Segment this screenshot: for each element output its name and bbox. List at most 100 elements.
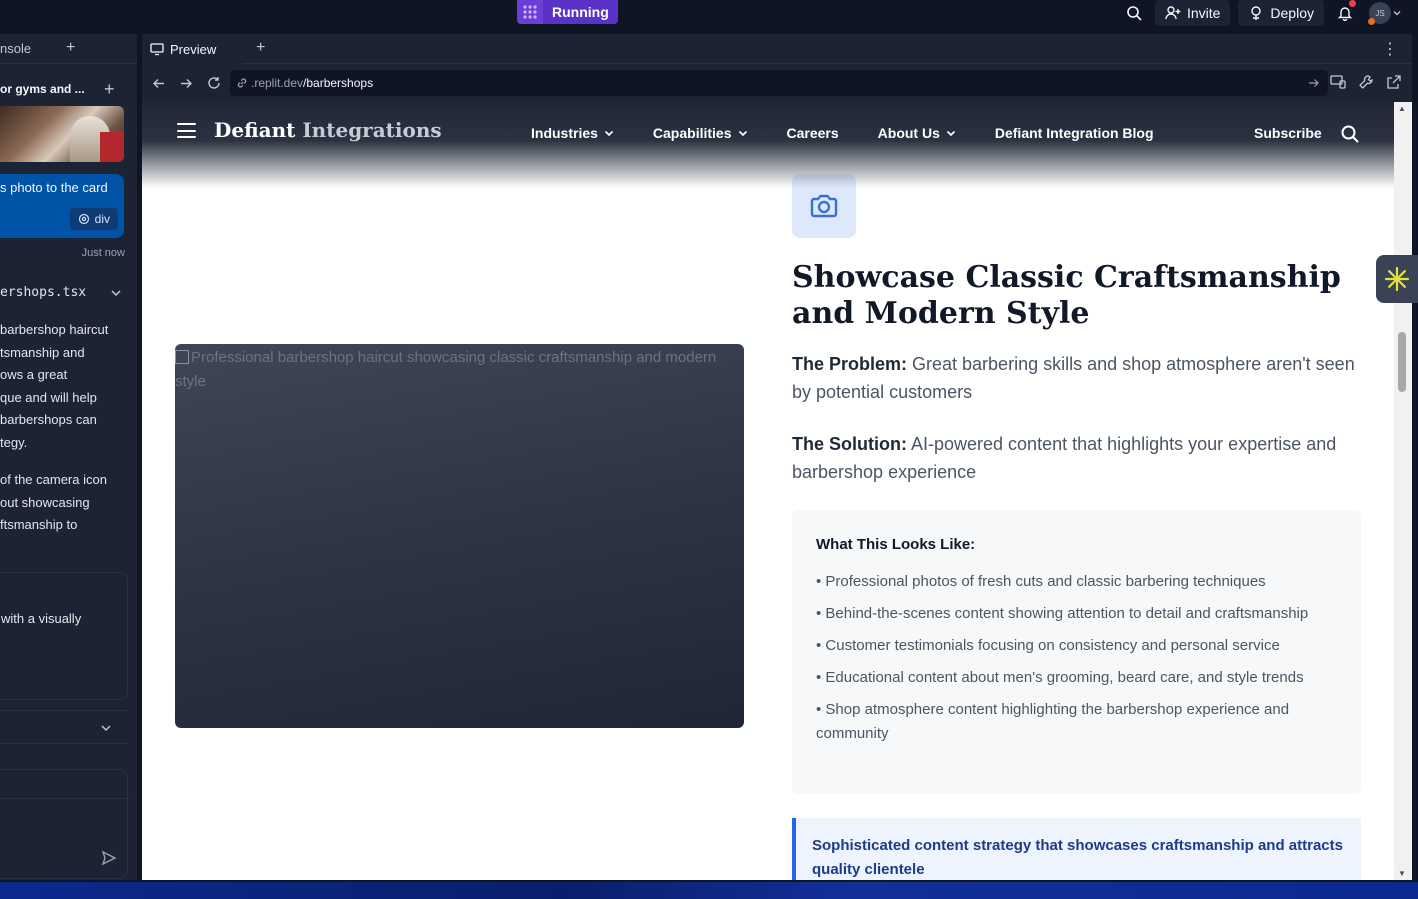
checkpoint-card[interactable]: with a visually bbox=[0, 572, 128, 700]
main-menu: Industries Capabilities Careers About Us… bbox=[531, 125, 1193, 141]
menu-blog[interactable]: Defiant Integration Blog bbox=[995, 125, 1154, 141]
menu-industries[interactable]: Industries bbox=[531, 125, 614, 141]
menu-capabilities-label: Capabilities bbox=[652, 125, 732, 141]
devtools-wrench-icon[interactable] bbox=[1358, 74, 1374, 90]
looks-title: What This Looks Like: bbox=[816, 536, 976, 553]
response-line: tegy. bbox=[0, 434, 28, 450]
image-alt-text: Professional barbershop haircut showcasi… bbox=[175, 346, 744, 394]
avatar-initials: JS bbox=[1375, 8, 1385, 18]
response-line: of the camera icon bbox=[0, 472, 107, 487]
menu-industries-label: Industries bbox=[531, 125, 598, 141]
response-line: ftsmanship to bbox=[0, 517, 78, 532]
preview-scrollbar[interactable]: ▲ ▼ bbox=[1394, 102, 1412, 880]
response-line: barbershop haircut bbox=[0, 322, 109, 337]
menu-about-label: About Us bbox=[877, 125, 940, 141]
preview-toolbar: .replit.dev/barbershops bbox=[142, 66, 1412, 100]
back-arrow-icon[interactable] bbox=[144, 69, 172, 97]
list-item: • Behind-the-scenes content showing atte… bbox=[816, 605, 1309, 622]
barbershop-image: Professional barbershop haircut showcasi… bbox=[175, 344, 744, 728]
solution-paragraph: The Solution: AI-powered content that hi… bbox=[792, 430, 1372, 486]
invite-button[interactable]: Invite bbox=[1154, 0, 1231, 26]
account-menu[interactable]: JS bbox=[1366, 0, 1404, 26]
chevron-down-icon bbox=[946, 130, 955, 137]
response-line: tsmanship and bbox=[0, 344, 85, 360]
checkpoint-text: with a visually bbox=[1, 611, 82, 626]
menu-about[interactable]: About Us bbox=[878, 125, 956, 141]
user-message-text: s photo to the card bbox=[0, 180, 108, 195]
floating-assistant-button[interactable] bbox=[1376, 255, 1418, 303]
chevron-down-icon bbox=[604, 130, 613, 137]
grid-icon bbox=[517, 0, 543, 24]
message-timestamp: Just now bbox=[81, 247, 125, 259]
url-field[interactable]: .replit.dev/barbershops bbox=[230, 70, 1328, 96]
brand-main: Defiant bbox=[214, 118, 296, 142]
changed-file-name[interactable]: ershops.tsx bbox=[0, 285, 86, 300]
new-chat-icon[interactable]: + bbox=[104, 79, 115, 100]
status-dot bbox=[1368, 18, 1375, 25]
list-item: • Customer testimonials focusing on cons… bbox=[816, 637, 1280, 654]
image-alt-label: Professional barbershop haircut showcasi… bbox=[175, 349, 717, 390]
go-arrow-icon[interactable] bbox=[1308, 77, 1320, 89]
chat-title[interactable]: or gyms and ... bbox=[0, 82, 85, 96]
chevron-down-icon bbox=[738, 130, 747, 137]
run-status-badge[interactable]: Running bbox=[517, 0, 618, 24]
open-new-tab-icon[interactable] bbox=[1386, 74, 1402, 90]
add-tab-icon[interactable]: + bbox=[66, 39, 75, 57]
chevron-down-icon bbox=[101, 725, 111, 732]
desktop-wallpaper-edge bbox=[0, 882, 1418, 899]
chevron-down-icon bbox=[1393, 11, 1401, 16]
menu-capabilities[interactable]: Capabilities bbox=[653, 125, 748, 141]
element-selector-chip[interactable]: div bbox=[69, 208, 118, 230]
list-item: • Educational content about men's groomi… bbox=[816, 669, 1304, 686]
url-domain: .replit.dev bbox=[251, 76, 304, 90]
response-line: que and will help bbox=[0, 389, 97, 405]
reload-icon[interactable] bbox=[200, 69, 228, 97]
deploy-button[interactable]: Deploy bbox=[1238, 0, 1324, 26]
forward-arrow-icon[interactable] bbox=[172, 69, 200, 97]
send-icon[interactable] bbox=[101, 850, 117, 866]
avatar: JS bbox=[1368, 2, 1391, 25]
attached-photo[interactable] bbox=[0, 106, 124, 162]
tab-console[interactable]: nsole bbox=[0, 41, 31, 56]
add-user-icon bbox=[1165, 6, 1181, 20]
notifications-bell-icon[interactable] bbox=[1332, 0, 1358, 26]
workspace-topbar: Running Invite Deploy JS bbox=[0, 0, 1418, 32]
what-this-looks-like-box: What This Looks Like: • Professional pho… bbox=[792, 510, 1361, 794]
looks-list: • Professional photos of fresh cuts and … bbox=[816, 570, 1346, 754]
section-heading: Showcase Classic Craftsmanship and Moder… bbox=[792, 260, 1341, 331]
subscribe-link[interactable]: Subscribe bbox=[1254, 125, 1322, 141]
collapsible-section[interactable] bbox=[0, 710, 128, 744]
search-icon[interactable] bbox=[1121, 0, 1147, 26]
site-logo[interactable]: Defiant Integrations bbox=[214, 118, 442, 142]
scroll-up-icon[interactable]: ▲ bbox=[1398, 104, 1406, 113]
response-line: out showcasing bbox=[0, 494, 90, 510]
menu-careers[interactable]: Careers bbox=[787, 125, 839, 141]
url-path: /barbershops bbox=[303, 76, 374, 90]
agent-input[interactable] bbox=[0, 769, 129, 879]
list-item: • Professional photos of fresh cuts and … bbox=[816, 573, 1266, 590]
list-item: • Shop atmosphere content highlighting t… bbox=[816, 701, 1290, 742]
photo-detail bbox=[100, 132, 124, 162]
deploy-icon bbox=[1251, 6, 1262, 20]
search-icon[interactable] bbox=[1340, 124, 1360, 144]
menu-careers-label: Careers bbox=[786, 125, 839, 141]
sparkle-icon bbox=[1384, 266, 1410, 292]
link-icon bbox=[237, 78, 247, 88]
more-options-icon[interactable]: ⋮ bbox=[1382, 39, 1398, 59]
broken-image-icon bbox=[175, 350, 189, 364]
tab-preview[interactable]: Preview bbox=[142, 34, 242, 64]
agent-pane: nsole + or gyms and ... + s photo to the… bbox=[0, 34, 137, 880]
chevron-down-icon[interactable] bbox=[110, 287, 122, 299]
notification-dot bbox=[1349, 0, 1356, 7]
problem-paragraph: The Problem: Great barbering skills and … bbox=[792, 350, 1372, 406]
scroll-down-icon[interactable]: ▼ bbox=[1398, 869, 1406, 878]
hamburger-menu-icon[interactable] bbox=[177, 123, 196, 138]
deploy-label: Deploy bbox=[1270, 5, 1314, 21]
strategy-callout: Sophisticated content strategy that show… bbox=[792, 818, 1361, 880]
scrollbar-thumb[interactable] bbox=[1398, 332, 1406, 392]
add-tab-icon[interactable]: + bbox=[256, 39, 265, 57]
response-line: ows a great bbox=[0, 367, 68, 382]
user-message-bubble: s photo to the card div bbox=[0, 174, 124, 238]
callout-text: Sophisticated content strategy that show… bbox=[812, 837, 1343, 878]
devices-icon[interactable] bbox=[1330, 74, 1346, 90]
